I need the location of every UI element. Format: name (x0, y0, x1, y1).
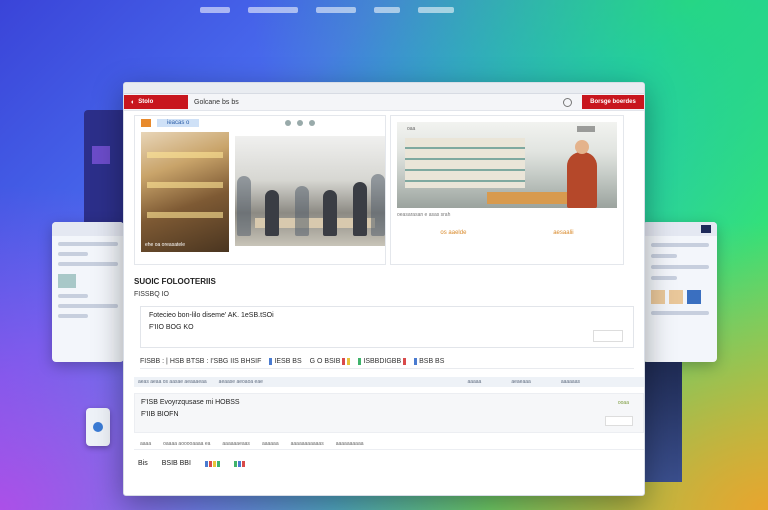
more-icon[interactable] (309, 120, 315, 126)
table-col-1[interactable]: aeas aeaa os aasae aeaaaeaa (138, 379, 207, 385)
bottom-row: Bis BSIB BBI (138, 460, 644, 467)
top-blurred-strip (200, 0, 620, 13)
list-item-subtitle: F'IIB BIOFN (141, 411, 179, 418)
right-window-thumbnails (651, 290, 709, 304)
list-item-input[interactable] (605, 416, 633, 426)
browser-window: ◖ Stolo Golcane bs bs Borsge boerdes iea… (123, 82, 645, 496)
bottom-label[interactable]: Bis (138, 460, 148, 467)
right-window-titlebar (643, 222, 717, 236)
card-line-2: F'IIO BOG KO (149, 324, 194, 331)
hero-meta-text: oeasarasan e asas srah (397, 212, 451, 218)
breadcrumb[interactable]: Golcane bs bs (194, 99, 239, 106)
section-subtitle: FISSBQ IO (134, 291, 170, 298)
list-item-title: F'ISB Evoyrzqusase mi HOBSS (141, 399, 240, 406)
filter-group-4[interactable]: ISBBDIGBB (358, 357, 407, 365)
color-bar-icon (204, 460, 220, 467)
hero-left-card: ieacas o ehe oa oreasatele (134, 115, 386, 265)
list-item-meta: aaaa oaaaa aooooaaaa ea aaaaaaeaas aaaaa… (134, 439, 644, 450)
right-floating-window (643, 222, 717, 362)
photo-badge: oaa (407, 126, 416, 132)
brand-logo-icon: ◖ (130, 98, 135, 106)
hero-pills: os aaelde aesaalii (397, 230, 617, 236)
tab-active[interactable]: ieacas o (157, 119, 200, 127)
filter-group-1[interactable]: FISBB : | HSB BTSB : I'SBG IIS BHSIF (140, 358, 261, 365)
left-phone-device (86, 408, 110, 446)
table-col-4[interactable]: aeaeaaa (511, 379, 530, 385)
photo-office-people[interactable] (235, 136, 385, 246)
brand-logo-button[interactable]: ◖ Stolo (124, 95, 188, 109)
photo-toolbar-icon[interactable] (577, 126, 595, 132)
site-toolbar: ◖ Stolo Golcane bs bs Borsge boerdes (124, 94, 644, 111)
device-button-icon (93, 422, 103, 432)
card-line-1: Fotecieo bon-lilo diseme' AK. 1eSB.tSOi (149, 312, 274, 319)
tool-icon[interactable] (285, 120, 291, 126)
right-window-logo-icon (701, 225, 711, 233)
table-col-3[interactable]: aaaaa (467, 379, 481, 385)
hero-right-card: oaa oeasarasan e asas srah os aaelde aes… (390, 115, 624, 265)
settings-icon[interactable] (297, 120, 303, 126)
left-window-titlebar (52, 222, 124, 236)
hero-row: ieacas o ehe oa oreasatele oaa oeasarasa… (124, 111, 644, 267)
card-input-box[interactable] (593, 330, 623, 342)
hero-left-tabs: ieacas o (135, 116, 385, 130)
filter-group-5[interactable]: BSB BS (414, 357, 444, 365)
list-item-tag: ooaa (617, 400, 629, 406)
info-card[interactable]: Fotecieo bon-lilo diseme' AK. 1eSB.tSOi … (140, 306, 634, 348)
main-section: SUOIC FOLOOTERIIS FISSBQ IO Fotecieo bon… (124, 277, 644, 369)
accent-flag-icon (141, 119, 151, 127)
pill-link-1[interactable]: os aaelde (440, 230, 466, 236)
color-bar-icon-2 (233, 460, 245, 467)
filter-group-3[interactable]: G O BSIB (310, 357, 351, 365)
photo-store-worker[interactable]: oaa (397, 122, 617, 208)
list-item[interactable]: F'ISB Evoyrzqusase mi HOBSS F'IIB BIOFN … (134, 393, 644, 433)
left-window-thumbnail (58, 274, 76, 288)
filter-row: FISBB : | HSB BTSB : I'SBG IIS BHSIF IES… (140, 354, 634, 369)
reload-icon[interactable] (563, 97, 572, 107)
table-col-5[interactable]: aaaaaas (561, 379, 580, 385)
right-stand (642, 362, 682, 482)
brand-logo-label: Stolo (138, 99, 154, 105)
left-background-panel (84, 110, 128, 230)
photo-market-stall[interactable]: ehe oa oreasatele (141, 132, 229, 252)
cta-button[interactable]: Borsge boerdes (582, 95, 644, 109)
pill-link-2[interactable]: aesaalii (553, 230, 573, 236)
left-floating-window (52, 222, 124, 362)
table-header: aeas aeaa os aasae aeaaaeaa aeaase aeoao… (134, 377, 644, 387)
photo-caption: ehe oa oreasatele (145, 242, 186, 248)
section-title: SUOIC FOLOOTERIIS (134, 277, 216, 286)
filter-group-2[interactable]: IESB BS (269, 357, 302, 365)
bottom-label-2[interactable]: BSIB BBI (162, 460, 191, 467)
table-col-2[interactable]: aeaase aeoaoa eae (219, 379, 263, 385)
left-panel-square (92, 146, 110, 164)
browser-titlebar (124, 83, 644, 94)
